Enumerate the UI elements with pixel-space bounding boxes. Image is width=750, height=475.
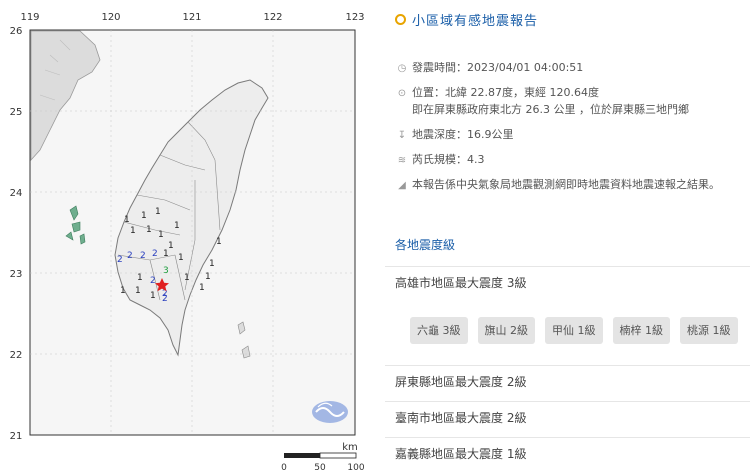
intensity-label: 3 [163,266,169,276]
intensity-label: 2 [152,249,158,259]
report-panel: 小區域有感地震報告 ◷ 發震時間：2023/04/01 04:00:51 ⊙ 位置：… [380,0,750,475]
focal-depth: 地震深度：16.9公里 [412,128,514,141]
intensity-label: 1 [163,249,169,259]
intensity-label: 1 [174,221,180,231]
station-chip[interactable]: 六龜 3級 [410,317,468,344]
depth-arrow-icon: ↧ [397,130,407,141]
wave-icon: ≋ [397,155,407,166]
earthquake-map: 119 120 121 122 123 26 25 24 23 22 21 11… [0,0,380,475]
station-chips: 六龜 3級 旗山 2級 甲仙 1級 楠梓 1級 桃源 1級 [410,317,738,344]
intensity-label: 1 [130,226,136,236]
intensity-label: 1 [124,215,130,225]
scale-bar: km 0 50 100 [281,442,365,473]
location-pin-icon: ⊙ [397,88,407,99]
lon-label: 122 [263,12,282,23]
intensity-label: 2 [140,251,146,261]
intensity-label: 2 [162,294,168,304]
megaphone-icon: ◢ [398,180,406,191]
region-row[interactable]: 臺南市地區最大震度 2級 [385,401,750,433]
origin-time: 發震時間：2023/04/01 04:00:51 [412,61,584,74]
lat-label: 25 [10,107,23,118]
intensity-label: 1 [141,211,147,221]
lon-label: 121 [182,12,201,23]
intensity-section-link[interactable]: 各地震度級 [395,236,455,253]
intensity-label: 2 [117,255,123,265]
intensity-label: 1 [209,259,215,269]
lat-label: 21 [10,431,23,442]
report-header: 小區域有感地震報告 [395,9,538,29]
scale-tick: 100 [347,463,364,473]
intensity-label: 1 [216,237,222,247]
intensity-label: 2 [127,251,133,261]
depth-row: ↧ 地震深度：16.9公里 [395,127,514,144]
station-chip[interactable]: 楠梓 1級 [612,317,670,344]
location-row: ⊙ 位置：北緯 22.87度，東經 120.64度 即在屏東縣政府東北方 26.3… [395,85,689,118]
magnitude: 芮氏規模：4.3 [412,153,485,166]
cwb-logo [312,401,348,423]
location-coords: 位置：北緯 22.87度，東經 120.64度 [412,86,599,99]
report-note: 本報告係中央氣象局地震觀測網即時地震資料地震速報之結果。 [412,178,720,191]
intensity-label: 1 [158,230,164,240]
intensity-label: 1 [168,241,174,251]
lat-label: 22 [10,350,23,361]
lat-label: 24 [10,188,23,199]
region-title: 屏東縣地區最大震度 2級 [395,375,527,389]
region-title: 嘉義縣地區最大震度 1級 [395,447,527,461]
region-title: 臺南市地區最大震度 2級 [395,411,527,425]
lon-label: 120 [101,12,120,23]
intensity-label: 1 [135,286,141,296]
location-desc: 即在屏東縣政府東北方 26.3 公里 ，位於屏東縣三地門鄉 [412,103,689,116]
station-chip[interactable]: 旗山 2級 [477,317,535,344]
intensity-label: 1 [199,283,205,293]
lon-label: 123 [345,12,364,23]
lat-label: 23 [10,269,23,280]
intensity-label: 1 [150,291,156,301]
intensity-label: 2 [150,276,156,286]
circle-icon [395,13,406,25]
clock-icon: ◷ [397,63,407,74]
scale-tick: 0 [281,463,287,473]
region-row[interactable]: 嘉義縣地區最大震度 1級 [385,437,750,469]
map-svg: 119 120 121 122 123 26 25 24 23 22 21 11… [10,12,365,473]
station-chip[interactable]: 桃源 1級 [680,317,738,344]
region-row[interactable]: 屏東縣地區最大震度 2級 [385,365,750,397]
scale-tick: 50 [314,463,326,473]
region-row[interactable]: 高雄市地區最大震度 3級 [385,266,750,298]
intensity-label: 1 [178,253,184,263]
intensity-label: 1 [184,273,190,283]
station-chip[interactable]: 甲仙 1級 [545,317,603,344]
region-title: 高雄市地區最大震度 3級 [395,276,527,290]
lat-label: 26 [10,26,23,37]
lon-label: 119 [20,12,39,23]
scale-unit: km [342,442,358,453]
intensity-label: 1 [120,286,126,296]
intensity-label: 1 [146,225,152,235]
note-row: ◢ 本報告係中央氣象局地震觀測網即時地震資料地震速報之結果。 [395,177,720,194]
origin-time-row: ◷ 發震時間：2023/04/01 04:00:51 [395,60,584,77]
intensity-label: 1 [205,272,211,282]
magnitude-row: ≋ 芮氏規模：4.3 [395,152,485,169]
intensity-label: 1 [137,273,143,283]
report-title: 小區域有感地震報告 [412,13,539,29]
intensity-label: 1 [155,207,161,217]
